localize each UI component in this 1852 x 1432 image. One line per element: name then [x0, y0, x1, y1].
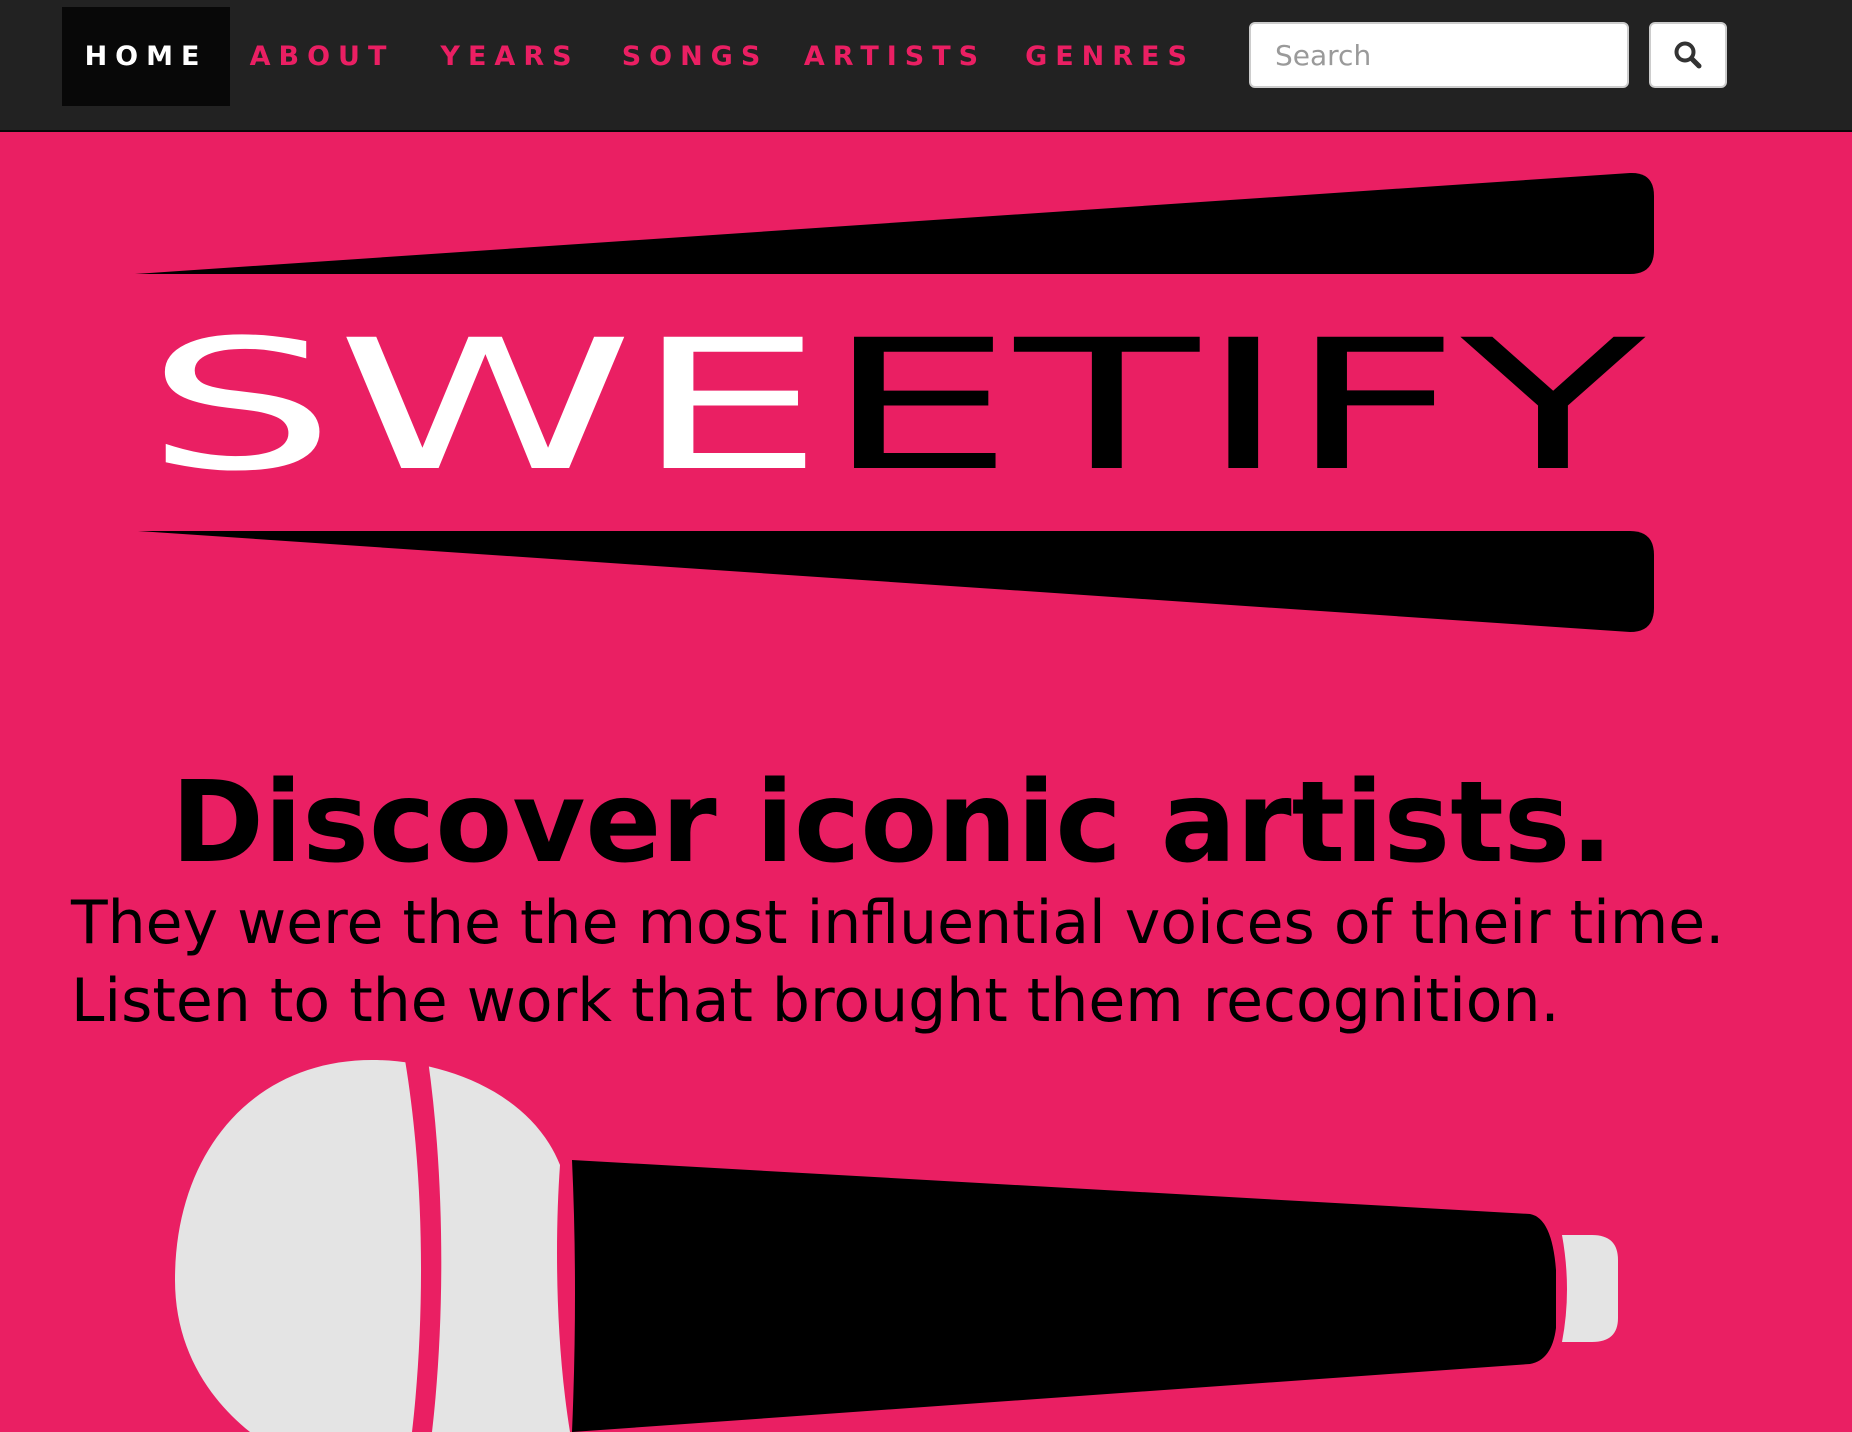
hero-headline: Discover iconic artists. [171, 758, 1613, 888]
hero-line-2: Listen to the work that brought them rec… [71, 966, 1560, 1036]
nav-about[interactable]: ABOUT [250, 7, 392, 106]
mic-end-cap [1562, 1235, 1618, 1342]
logo-text: SWE ETIFY [145, 302, 1647, 511]
search-input[interactable] [1249, 22, 1629, 88]
sweetify-logo: SWE ETIFY [135, 172, 1654, 632]
mic-handle [572, 1160, 1556, 1432]
nav-songs[interactable]: SONGS [620, 7, 770, 106]
microphone-icon [175, 1060, 1618, 1432]
logo-top-stripe [135, 172, 1654, 274]
magnifier-icon [1674, 41, 1702, 69]
mic-head [175, 1060, 570, 1432]
logo-black-letters: ETIFY [824, 302, 1646, 511]
logo-white-letters: SWE [145, 302, 824, 511]
nav-genres[interactable]: GENRES [1025, 7, 1190, 106]
nav-home[interactable]: HOME [62, 7, 230, 106]
search-button[interactable] [1649, 22, 1727, 88]
top-navbar: HOME ABOUT YEARS SONGS ARTISTS GENRES [0, 0, 1852, 132]
hero-line-1: They were the the most influential voice… [71, 888, 1725, 958]
logo-bottom-stripe [138, 531, 1654, 632]
nav-years[interactable]: YEARS [440, 7, 580, 106]
nav-artists[interactable]: ARTISTS [804, 7, 982, 106]
